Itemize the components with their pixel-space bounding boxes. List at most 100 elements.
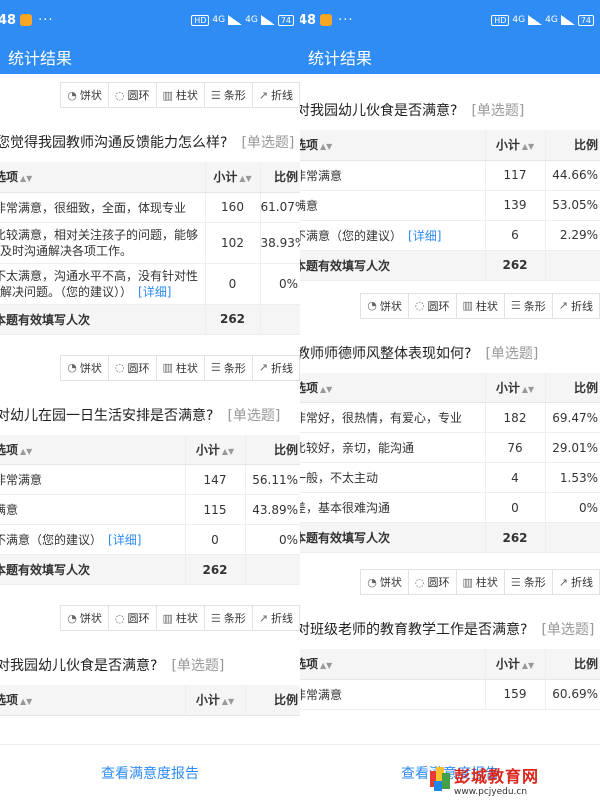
ring-chart-button[interactable]: ◌ 圆环 (107, 82, 157, 108)
bar-chart-button[interactable]: ☰ 条形 (203, 354, 253, 381)
question-type: [单选题] (241, 135, 295, 151)
table-row: 非常好，很热情，有爱心，专业 182 69.47% (300, 402, 600, 433)
ratio-value: 56.11% (244, 464, 300, 495)
column-chart-button[interactable]: ▥ 柱状 (455, 569, 505, 595)
total-row: 本题有效填写人次 262 (0, 304, 300, 335)
count-value: 160 (204, 192, 260, 223)
line-chart-button[interactable]: ↗ 折线 (551, 292, 600, 319)
ring-icon: ◌ (114, 361, 125, 374)
total-row: 本题有效填写人次 262 (0, 554, 300, 585)
column-chart-button[interactable]: ▥ 柱状 (455, 292, 505, 319)
detail-link[interactable]: [详细] (108, 533, 141, 547)
column-chart-button[interactable]: ▥ 柱状 (155, 354, 205, 381)
line-chart-button[interactable]: ↗ 折线 (251, 354, 300, 381)
question-title: 对幼儿在园一日生活安排是否满意? [单选题] (0, 407, 281, 424)
option-text: 非常好，很热情，有爱心，专业 (300, 402, 485, 433)
network-label-2: 4G (245, 15, 258, 25)
view-report-button[interactable]: 查看满意度报告 (101, 763, 199, 783)
ratio-column-header: 比例 (259, 162, 300, 193)
count-value: 0 (484, 492, 545, 523)
count-column-header[interactable]: 小计 ▲▼ (204, 162, 260, 193)
column-chart-button[interactable]: ▥ 柱状 (155, 82, 205, 108)
line-icon: ↗ (258, 611, 268, 625)
total-row: 本题有效填写人次 262 (300, 250, 600, 281)
column-chart-button[interactable]: ▥ 柱状 (155, 605, 205, 631)
count-column-header[interactable]: 小计 ▲▼ (184, 434, 245, 465)
bar-chart-button[interactable]: ☰ 条形 (203, 82, 253, 108)
line-chart-button[interactable]: ↗ 折线 (251, 605, 300, 631)
line-icon: ↗ (258, 361, 268, 374)
page-title-bar: 统计结果 (300, 40, 600, 74)
table-header: 选项 ▲▼ 小计 ▲▼ 比例 (300, 372, 600, 403)
count-value: 76 (484, 432, 545, 463)
count-value: 0 (204, 263, 260, 305)
count-value: 159 (484, 679, 545, 710)
page-title: 统计结果 (308, 49, 373, 68)
ratio-value: 2.29% (544, 220, 600, 251)
table-row: 非常满意 159 60.69% (300, 679, 600, 710)
question-type: [单选题] (227, 407, 281, 424)
line-chart-button[interactable]: ↗ 折线 (551, 569, 600, 595)
question-type: [单选题] (485, 345, 539, 362)
notification-icon (320, 14, 333, 26)
option-column-header[interactable]: 选项 ▲▼ (300, 649, 485, 680)
pie-chart-button[interactable]: ◔ 饼状 (360, 569, 409, 595)
bar-icon: ☰ (210, 611, 221, 625)
option-column-header[interactable]: 选项 ▲▼ (0, 434, 185, 465)
pie-chart-button[interactable]: ◔ 饼状 (360, 292, 409, 319)
ring-chart-button[interactable]: ◌ 圆环 (107, 354, 157, 381)
ring-chart-button[interactable]: ◌ 圆环 (407, 569, 457, 595)
option-text: 满意 (300, 190, 485, 221)
column-icon: ▥ (162, 361, 173, 374)
ring-chart-button[interactable]: ◌ 圆环 (107, 605, 157, 631)
ratio-column-header: 比例 (544, 649, 600, 680)
table-row: 非常满意，很细致，全面，体现专业 160 61.07% (0, 192, 300, 223)
sort-icon: ▲▼ (20, 446, 33, 456)
ratio-value: 69.47% (544, 402, 600, 433)
bar-chart-button[interactable]: ☰ 条形 (203, 605, 253, 631)
pie-chart-button[interactable]: ◔ 饼状 (60, 354, 109, 381)
stats-table: 选项▲▼ 小计▲▼ 比例 非常满意 159 60.69% (300, 649, 600, 710)
bar-chart-button[interactable]: ☰ 条形 (503, 292, 553, 319)
option-column-header[interactable]: 选项 ▲▼ (0, 162, 205, 193)
sort-icon: ▲▼ (521, 661, 535, 671)
table-header: 选项 ▲▼ 小计 ▲▼ 比例 (300, 649, 600, 680)
question-title: 教师师德师风整体表现如何? [单选题] (300, 345, 539, 362)
bar-chart-button[interactable]: ☰ 条形 (503, 569, 553, 595)
option-column-header[interactable]: 选项 ▲▼ (0, 685, 185, 716)
option-text: 非常满意 (0, 464, 185, 495)
detail-link[interactable]: [详细] (408, 229, 441, 243)
column-icon: ▥ (162, 88, 173, 102)
pie-chart-button[interactable]: ◔ 饼状 (60, 82, 109, 108)
count-column-header[interactable]: 小计 ▲▼ (484, 372, 545, 403)
table-row: 非常满意 147 56.11% (0, 464, 300, 495)
option-text: 非常满意，很细致，全面，体现专业 (0, 192, 205, 223)
line-chart-button[interactable]: ↗ 折线 (251, 82, 300, 108)
option-text: 不满意（您的建议） [详细] (0, 524, 185, 555)
question-title: 对我园幼儿伙食是否满意? [单选题] (300, 103, 525, 119)
more-notifications-icon: ··· (338, 12, 354, 28)
detail-link[interactable]: [详细] (138, 285, 171, 299)
option-column-header[interactable]: 选项 ▲▼ (300, 130, 485, 161)
signal-icon (228, 15, 243, 25)
count-value: 117 (484, 160, 545, 191)
stats-table: 选项▲▼ 小计▲▼ 比例 非常满意，很细致，全面，体现专业 160 61.07%… (0, 162, 300, 335)
results-content[interactable]: 对我园幼儿伙食是否满意?[单选题] 选项▲▼ 小计▲▼ 比例 非常满意 117 … (300, 74, 600, 744)
option-column-header[interactable]: 选项 ▲▼ (300, 372, 485, 403)
pie-icon: ◔ (367, 299, 377, 312)
count-column-header[interactable]: 小计 ▲▼ (484, 649, 545, 680)
results-content[interactable]: ◔ 饼状 ◌ 圆环 ▥ 柱状 ☰ 条形 ↗ 折线 您觉得我园教师沟通反馈能力怎么样? [单选… (0, 74, 300, 744)
sort-icon: ▲▼ (320, 661, 333, 671)
watermark-url: www.pcjyedu.cn (454, 787, 528, 797)
stats-table: 选项▲▼ 小计▲▼ 比例 非常满意 147 56.11% 满意 115 43.8… (0, 434, 300, 585)
option-text: 一般，不太主动 (300, 462, 485, 493)
count-value: 0 (184, 524, 245, 555)
ratio-value: 29.01% (544, 432, 600, 463)
count-column-header[interactable]: 小计 ▲▼ (484, 130, 545, 161)
table-row: 差，基本很难沟通 0 0% (300, 492, 600, 523)
ring-chart-button[interactable]: ◌ 圆环 (407, 292, 457, 319)
pie-chart-button[interactable]: ◔ 饼状 (60, 605, 109, 631)
count-column-header[interactable]: 小计 ▲▼ (184, 685, 245, 716)
question-title: 对我园幼儿伙食是否满意? [单选题] (0, 658, 225, 674)
notification-icon (20, 14, 33, 26)
